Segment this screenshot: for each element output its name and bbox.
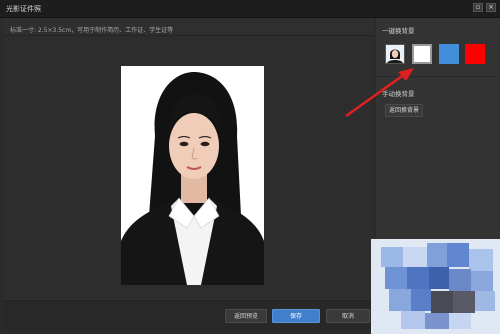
mosaic-watermark (371, 239, 500, 334)
